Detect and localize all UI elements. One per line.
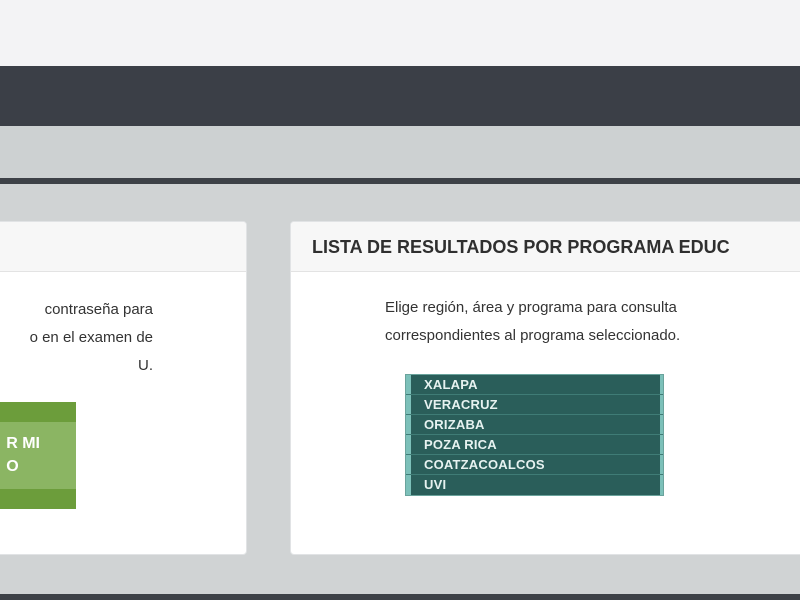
- region-item-xalapa[interactable]: XALAPA: [406, 375, 663, 395]
- site-subheader: [0, 126, 800, 180]
- region-item-accent-right: [660, 475, 663, 495]
- region-item-accent-right: [660, 415, 663, 434]
- region-item-uvi[interactable]: UVI: [406, 475, 663, 495]
- region-item-label: UVI: [424, 477, 447, 492]
- region-item-label: POZA RICA: [424, 437, 497, 452]
- region-item-accent-right: [660, 455, 663, 474]
- region-item-accent: [406, 395, 411, 414]
- browser-top-bar: [0, 0, 800, 67]
- region-list: XALAPA VERACRUZ ORIZABA POZA RICA COATZA…: [405, 374, 664, 496]
- region-item-accent: [406, 375, 411, 394]
- view-my-result-button-label: R MI O: [6, 432, 40, 478]
- region-item-poza-rica[interactable]: POZA RICA: [406, 435, 663, 455]
- region-item-accent-right: [660, 375, 663, 394]
- region-item-accent-right: [660, 435, 663, 454]
- login-text-line-1: contraseña para: [44, 301, 153, 318]
- region-item-accent-right: [660, 395, 663, 414]
- region-item-accent: [406, 455, 411, 474]
- region-item-label: COATZACOALCOS: [424, 457, 545, 472]
- region-item-label: ORIZABA: [424, 417, 485, 432]
- view-my-result-button-face[interactable]: R MI O: [0, 422, 76, 489]
- card-title: LISTA DE RESULTADOS POR PROGRAMA EDUC: [312, 237, 730, 257]
- program-results-description: Elige región, área y programa para consu…: [385, 294, 800, 350]
- login-card-header: [0, 222, 246, 272]
- region-item-veracruz[interactable]: VERACRUZ: [406, 395, 663, 415]
- region-item-label: VERACRUZ: [424, 397, 498, 412]
- section-divider-bottom: [0, 594, 800, 600]
- login-card-description: contraseña para o en el examen de U.: [0, 296, 153, 380]
- login-text-line-2: o en el examen de: [29, 329, 153, 346]
- region-item-label: XALAPA: [424, 377, 478, 392]
- login-card: contraseña para o en el examen de U. R M…: [0, 221, 247, 555]
- section-divider-top: [0, 178, 800, 184]
- button-label-line-1: R MI: [6, 435, 40, 452]
- login-text-line-3: U.: [138, 357, 153, 374]
- description-line-2: correspondientes al programa seleccionad…: [385, 327, 681, 344]
- description-line-1: Elige región, área y programa para consu…: [385, 299, 677, 316]
- view-my-result-button[interactable]: R MI O: [0, 402, 76, 509]
- button-label-line-2: O: [6, 458, 19, 475]
- region-item-orizaba[interactable]: ORIZABA: [406, 415, 663, 435]
- program-results-card-header: LISTA DE RESULTADOS POR PROGRAMA EDUC: [291, 222, 800, 272]
- region-item-accent: [406, 475, 411, 495]
- site-header-bar: [0, 66, 800, 126]
- region-item-accent: [406, 435, 411, 454]
- region-item-accent: [406, 415, 411, 434]
- program-results-card: LISTA DE RESULTADOS POR PROGRAMA EDUC El…: [290, 221, 800, 555]
- region-item-coatzacoalcos[interactable]: COATZACOALCOS: [406, 455, 663, 475]
